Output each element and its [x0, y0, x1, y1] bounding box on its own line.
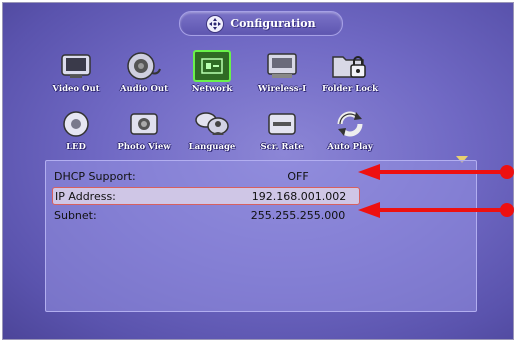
menu-item-label: Video Out [52, 84, 100, 94]
menu-item-label: Auto Play [327, 142, 373, 152]
setting-value: OFF [287, 169, 309, 183]
menu-item-label: Photo View [117, 142, 171, 152]
speaker-icon [124, 49, 164, 83]
menu-item-scr-rate[interactable]: Scr. Rate [249, 107, 315, 152]
setting-value: 255.255.255.000 [250, 208, 346, 222]
menu-item-label: Language [188, 142, 236, 152]
network-settings-panel: DHCP Support: OFF IP Address: 192.168.00… [45, 160, 477, 312]
setting-label: Subnet: [54, 208, 97, 222]
menu-item-label: Audio Out [119, 84, 169, 94]
led-icon [56, 107, 96, 141]
folder-lock-icon [330, 49, 370, 83]
setting-label: IP Address: [55, 189, 116, 203]
screen-rate-icon [262, 107, 302, 141]
ip-address-row[interactable]: IP Address: 192.168.001.002 [52, 187, 360, 205]
menu-item-label: LED [66, 142, 86, 152]
menu-item-video-out[interactable]: Video Out [43, 49, 109, 94]
navigation-pad-icon [206, 14, 225, 33]
menu-item-label: Wireless-I [257, 84, 307, 94]
subnet-row[interactable]: Subnet: 255.255.255.000 [54, 207, 358, 223]
menu-item-language[interactable]: Language [179, 107, 245, 152]
menu-item-label: Folder Lock [322, 84, 378, 94]
menu-item-led[interactable]: LED [43, 107, 109, 152]
menu-item-audio-out[interactable]: Audio Out [111, 49, 177, 94]
menu-item-label: Scr. Rate [260, 142, 304, 152]
menu-item-label: Network [191, 84, 233, 94]
menu-item-wireless[interactable]: Wireless-I [249, 49, 315, 94]
menu-item-photo-view[interactable]: Photo View [111, 107, 177, 152]
menu-item-network[interactable]: Network [179, 49, 245, 94]
menu-item-folder-lock[interactable]: Folder Lock [317, 49, 383, 94]
page-title: Configuration [230, 17, 316, 30]
camera-icon [124, 107, 164, 141]
setting-value: 192.168.001.002 [251, 189, 347, 203]
tv-icon [56, 49, 96, 83]
header-bar: Configuration [179, 11, 343, 36]
wireless-icon [262, 49, 302, 83]
setting-label: DHCP Support: [54, 169, 136, 183]
auto-play-icon [330, 107, 370, 141]
network-icon [192, 49, 232, 83]
dhcp-support-row[interactable]: DHCP Support: OFF [54, 168, 358, 184]
language-icon [192, 107, 232, 141]
menu-item-auto-play[interactable]: Auto Play [317, 107, 383, 152]
